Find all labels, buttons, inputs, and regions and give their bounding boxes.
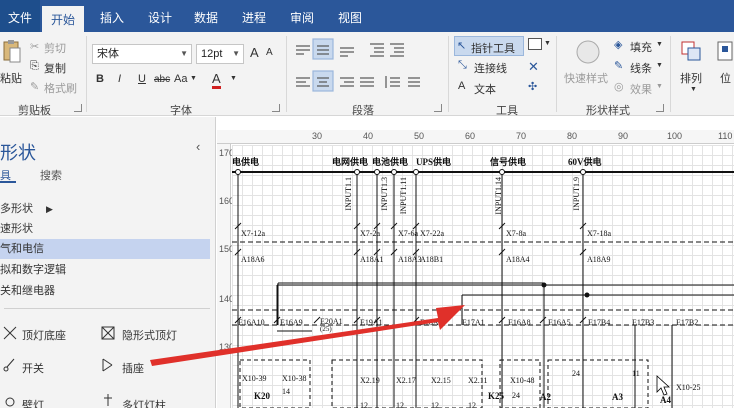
mouse-cursor-icon [656, 375, 671, 396]
annotation-overlay [150, 305, 671, 396]
red-arrow-icon [150, 305, 465, 366]
